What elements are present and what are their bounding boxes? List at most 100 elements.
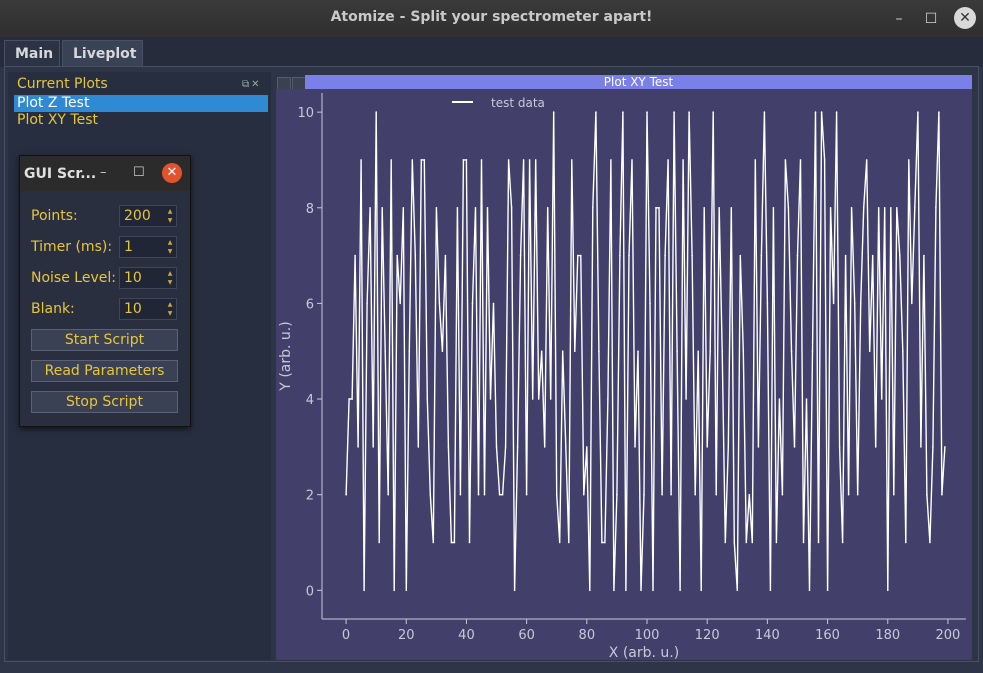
read-parameters-button[interactable]: Read Parameters — [31, 360, 178, 382]
data-point — [856, 493, 859, 496]
app-window: Atomize - Split your spectrometer apart!… — [0, 0, 983, 673]
data-point — [459, 493, 462, 496]
timer-value: 1 — [124, 239, 133, 255]
data-point — [923, 254, 925, 257]
data-point — [748, 493, 751, 496]
data-point — [655, 207, 657, 209]
data-point — [649, 302, 651, 305]
data-point — [709, 350, 711, 353]
data-point — [899, 254, 901, 257]
plot-list-item[interactable]: Plot Z Test — [14, 95, 268, 112]
data-point — [679, 589, 681, 592]
data-point — [558, 541, 561, 544]
points-spinbox[interactable]: 200 ▲ ▼ — [119, 205, 177, 227]
data-point — [414, 254, 417, 257]
xy-chart[interactable]: 0 20 40 60 80 100 120 140 160 180 200 0 2 4 6 8 10 X (arb… — [276, 89, 972, 660]
data-point — [360, 159, 362, 161]
data-point — [405, 589, 408, 592]
data-point — [369, 207, 371, 209]
data-point — [799, 159, 802, 161]
data-point — [688, 111, 690, 113]
data-point — [549, 398, 552, 400]
noise-level-spinbox[interactable]: 10 ▲ ▼ — [119, 267, 177, 289]
close-button[interactable]: ✕ — [954, 7, 976, 29]
data-point — [682, 159, 684, 161]
data-point — [787, 207, 790, 209]
stop-script-button[interactable]: Stop Script — [31, 391, 178, 413]
plot-dock-header[interactable]: Plot XY Test — [305, 75, 972, 89]
data-point — [829, 207, 832, 209]
timer-spinbox[interactable]: 1 ▲ ▼ — [119, 236, 177, 258]
data-point — [577, 254, 579, 257]
data-point — [865, 159, 868, 161]
data-point — [670, 493, 672, 496]
x-tick-label: 0 — [342, 628, 350, 643]
x-tick-label: 120 — [695, 628, 720, 643]
tab-main[interactable]: Main — [4, 40, 60, 67]
data-point — [598, 350, 600, 353]
data-point — [522, 159, 525, 161]
data-point — [721, 350, 723, 353]
start-script-button[interactable]: Start Script — [31, 329, 178, 351]
data-point — [568, 541, 570, 544]
spin-arrows-icon[interactable]: ▲ ▼ — [165, 300, 175, 318]
x-tick-label: 160 — [815, 628, 840, 643]
data-point — [685, 398, 687, 400]
data-point — [724, 541, 727, 544]
data-point — [540, 350, 543, 353]
data-point — [772, 207, 775, 209]
data-point — [357, 446, 359, 448]
data-point — [348, 398, 350, 400]
data-point — [868, 350, 871, 353]
blank-label: Blank: — [31, 301, 75, 317]
data-point — [513, 589, 516, 592]
data-point — [474, 207, 477, 209]
data-point — [877, 207, 880, 209]
data-point — [796, 254, 799, 257]
blank-spinbox[interactable]: 10 ▲ ▼ — [119, 298, 177, 320]
x-tick-label: 200 — [936, 628, 961, 643]
data-point — [543, 446, 546, 448]
plot-list-item[interactable]: Plot XY Test — [14, 112, 268, 129]
data-point — [859, 302, 862, 305]
data-point — [420, 159, 423, 161]
dialog-close-button[interactable]: ✕ — [162, 163, 182, 183]
data-point — [628, 254, 630, 257]
dialog-minimize-button[interactable]: – — [100, 165, 107, 180]
tab-liveplot[interactable]: Liveplot — [62, 40, 143, 67]
noise-level-label: Noise Level: — [31, 270, 116, 286]
data-point — [616, 493, 618, 496]
y-tick-label: 8 — [306, 202, 314, 217]
data-point — [417, 446, 420, 448]
data-point — [580, 254, 582, 257]
dialog-title: GUI Scr... — [24, 166, 97, 182]
data-point — [516, 446, 519, 448]
data-point — [387, 493, 389, 496]
spin-arrows-icon[interactable]: ▲ ▼ — [165, 238, 175, 256]
maximize-button[interactable]: ☐ — [920, 8, 942, 30]
spin-arrows-icon[interactable]: ▲ ▼ — [165, 269, 175, 287]
data-point — [784, 159, 787, 161]
spin-arrows-icon[interactable]: ▲ ▼ — [165, 207, 175, 225]
dialog-maximize-button[interactable]: ☐ — [133, 165, 145, 180]
data-point — [763, 111, 766, 113]
data-point — [390, 159, 392, 161]
data-point — [703, 207, 705, 209]
dock-float-close-icon[interactable]: ⧉✕ — [242, 79, 262, 90]
data-point — [712, 111, 714, 113]
data-point — [375, 111, 377, 113]
data-point — [844, 254, 847, 257]
data-point — [691, 254, 693, 257]
data-point — [938, 111, 940, 113]
data-point — [757, 446, 760, 448]
data-point — [742, 350, 745, 353]
data-point — [911, 302, 913, 305]
data-point — [841, 541, 844, 544]
title-bar: Atomize - Split your spectrometer apart!… — [0, 0, 983, 38]
series-line-test-data — [345, 112, 946, 591]
minimize-button[interactable]: – — [888, 8, 910, 30]
dialog-title-bar[interactable]: GUI Scr... – ☐ ✕ — [20, 156, 190, 191]
y-tick-label: 0 — [306, 584, 314, 599]
data-point — [435, 207, 438, 209]
data-point — [399, 302, 401, 305]
